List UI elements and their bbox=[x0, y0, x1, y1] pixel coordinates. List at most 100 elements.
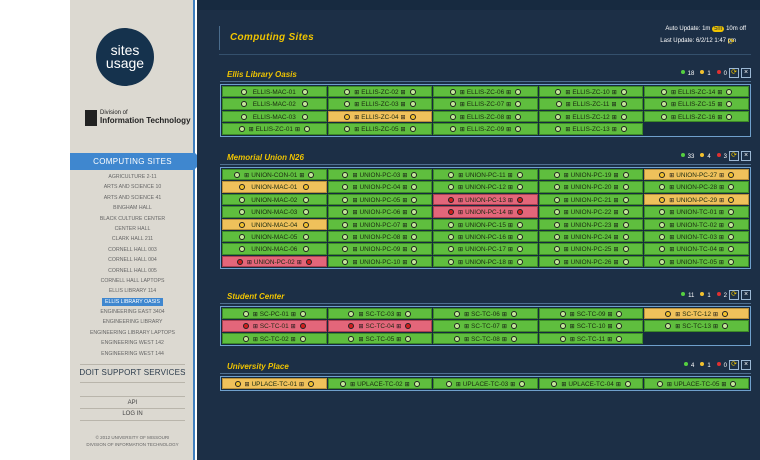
machine-tile[interactable]: ⊞ ELLIS-ZC-08 ⊞ bbox=[433, 110, 538, 123]
section-refresh-icon[interactable]: ⟳ bbox=[729, 360, 739, 370]
machine-tile[interactable]: ⊞ UNION-PC-26 ⊞ bbox=[538, 255, 644, 268]
machine-tile[interactable]: ELLIS-MAC-03 bbox=[222, 110, 327, 123]
machine-tile[interactable]: UNION-MAC-01 bbox=[222, 181, 327, 193]
sidebar-item[interactable]: BLACK CULTURE CENTER bbox=[70, 214, 195, 224]
machine-tile[interactable]: ⊞ UNION-PC-24 ⊞ bbox=[538, 230, 644, 243]
machine-tile[interactable]: ⊞ ELLIS-ZC-04 ⊞ bbox=[327, 110, 433, 123]
sites-usage-logo[interactable]: sites usage bbox=[96, 28, 154, 86]
machine-tile[interactable]: ⊞ ELLIS-ZC-01 ⊞ bbox=[222, 123, 327, 135]
machine-tile[interactable]: ⊞ ELLIS-ZC-13 ⊞ bbox=[538, 123, 644, 135]
machine-tile[interactable]: ⊞ UNION-TC-04 ⊞ bbox=[644, 243, 749, 255]
machine-tile[interactable]: ⊞ UNION-TC-02 ⊞ bbox=[644, 218, 749, 230]
sidebar-item[interactable]: ENGINEERING EAST 3404 bbox=[70, 307, 195, 317]
machine-tile[interactable]: UNION-MAC-03 bbox=[222, 206, 327, 218]
machine-tile[interactable]: ⊞ UPLACE-TC-05 ⊞ bbox=[644, 378, 749, 390]
machine-tile[interactable]: ⊞ UNION-PC-18 ⊞ bbox=[433, 255, 538, 268]
sidebar-item[interactable]: ENGINEERING WEST 142 bbox=[70, 338, 195, 348]
machine-tile[interactable]: ⊞ SC-TC-08 ⊞ bbox=[433, 332, 538, 345]
sidebar-item[interactable]: AGRICULTURE 2-11 bbox=[70, 172, 195, 182]
machine-tile[interactable]: ELLIS-MAC-01 bbox=[222, 86, 327, 98]
sidebar-item[interactable]: CORNELL HALL 003 bbox=[70, 245, 195, 255]
machine-tile[interactable]: ELLIS-MAC-02 bbox=[222, 98, 327, 110]
section-close-icon[interactable]: × bbox=[741, 151, 751, 161]
doit-support-link[interactable]: DOIT SUPPORT SERVICES bbox=[70, 368, 195, 377]
machine-tile[interactable]: ⊞ UNION-PC-17 ⊞ bbox=[433, 243, 538, 255]
machine-tile[interactable]: ⊞ ELLIS-ZC-07 ⊞ bbox=[433, 98, 538, 110]
machine-tile[interactable]: ⊞ ELLIS-ZC-16 ⊞ bbox=[644, 110, 749, 123]
machine-tile[interactable]: ⊞ UNION-PC-29 ⊞ bbox=[644, 193, 749, 206]
machine-tile[interactable]: ⊞ ELLIS-ZC-06 ⊞ bbox=[433, 86, 538, 98]
machine-tile[interactable]: ⊞ UNION-PC-06 ⊞ bbox=[327, 206, 433, 218]
machine-tile[interactable]: ⊞ UNION-PC-10 ⊞ bbox=[327, 255, 433, 268]
section-close-icon[interactable]: × bbox=[741, 68, 751, 78]
machine-tile[interactable]: ⊞ UNION-PC-28 ⊞ bbox=[644, 181, 749, 193]
machine-tile[interactable]: ⊞ SC-TC-11 ⊞ bbox=[538, 332, 644, 345]
section-close-icon[interactable]: × bbox=[741, 360, 751, 370]
auto-update-option[interactable]: off bbox=[739, 26, 746, 32]
machine-tile[interactable]: ⊞ SC-TC-02 ⊞ bbox=[222, 332, 327, 345]
machine-tile[interactable]: ⊞ UNION-PC-16 ⊞ bbox=[433, 230, 538, 243]
sidebar-item[interactable]: CORNELL HALL LAPTOPS bbox=[70, 276, 195, 286]
auto-update-option[interactable]: 10m bbox=[726, 26, 738, 32]
login-link[interactable]: LOG IN bbox=[70, 411, 195, 417]
nav-heading-computing-sites[interactable]: COMPUTING SITES bbox=[70, 153, 195, 170]
machine-tile[interactable]: ⊞ UNION-PC-22 ⊞ bbox=[538, 206, 644, 218]
sidebar-item[interactable]: CENTER HALL bbox=[70, 224, 195, 234]
sidebar-item[interactable]: ARTS AND SCIENCE 10 bbox=[70, 182, 195, 192]
machine-tile[interactable]: ⊞ UNION-PC-04 ⊞ bbox=[327, 181, 433, 193]
machine-tile[interactable]: ⊞ SC-TC-04 ⊞ bbox=[327, 320, 433, 332]
machine-tile[interactable]: ⊞ UNION-PC-27 ⊞ bbox=[644, 169, 749, 181]
machine-tile[interactable]: ⊞ UNION-PC-13 ⊞ bbox=[433, 193, 538, 206]
machine-tile[interactable]: ⊞ ELLIS-ZC-09 ⊞ bbox=[433, 123, 538, 135]
machine-tile[interactable]: ⊞ SC-TC-06 ⊞ bbox=[433, 308, 538, 320]
machine-tile[interactable]: ⊞ UNION-PC-14 ⊞ bbox=[433, 206, 538, 218]
machine-tile[interactable]: ⊞ UNION-PC-20 ⊞ bbox=[538, 181, 644, 193]
sidebar-item[interactable]: BINGHAM HALL bbox=[70, 203, 195, 213]
machine-tile[interactable]: UNION-MAC-04 bbox=[222, 218, 327, 230]
api-link[interactable]: API bbox=[70, 400, 195, 406]
machine-tile[interactable]: ⊞ UPLACE-TC-02 ⊞ bbox=[327, 378, 433, 390]
machine-tile[interactable]: ⊞ ELLIS-ZC-02 ⊞ bbox=[327, 86, 433, 98]
machine-tile[interactable]: ⊞ SC-TC-09 ⊞ bbox=[538, 308, 644, 320]
machine-tile[interactable]: ⊞ SC-TC-05 ⊞ bbox=[327, 332, 433, 345]
sidebar-item[interactable]: ENGINEERING LIBRARY bbox=[70, 317, 195, 327]
machine-tile[interactable]: ⊞ UNION-PC-23 ⊞ bbox=[538, 218, 644, 230]
sidebar-item[interactable]: ARTS AND SCIENCE 41 bbox=[70, 193, 195, 203]
sidebar-item[interactable]: ENGINEERING LIBRARY LAPTOPS bbox=[70, 328, 195, 338]
sidebar-item[interactable]: CORNELL HALL 005 bbox=[70, 266, 195, 276]
machine-tile[interactable]: ⊞ UNION-TC-05 ⊞ bbox=[644, 255, 749, 268]
machine-tile[interactable]: ⊞ ELLIS-ZC-10 ⊞ bbox=[538, 86, 644, 98]
machine-tile[interactable]: ⊞ UNION-PC-21 ⊞ bbox=[538, 193, 644, 206]
section-close-icon[interactable]: × bbox=[741, 290, 751, 300]
machine-tile[interactable]: ⊞ SC-TC-12 ⊞ bbox=[644, 308, 749, 320]
sidebar-item[interactable]: ELLIS LIBRARY 114 bbox=[70, 286, 195, 296]
machine-tile[interactable]: ⊞ SC-PC-01 ⊞ bbox=[222, 308, 327, 320]
machine-tile[interactable]: ⊞ UNION-CON-01 ⊞ bbox=[222, 169, 327, 181]
machine-tile[interactable]: UNION-MAC-02 bbox=[222, 193, 327, 206]
machine-tile[interactable]: ⊞ SC-TC-01 ⊞ bbox=[222, 320, 327, 332]
sidebar-item[interactable]: ELLIS LIBRARY OASIS bbox=[70, 297, 195, 307]
machine-tile[interactable]: ⊞ ELLIS-ZC-05 ⊞ bbox=[327, 123, 433, 135]
auto-update-option[interactable]: 1m bbox=[702, 26, 710, 32]
machine-tile[interactable]: ⊞ UPLACE-TC-04 ⊞ bbox=[538, 378, 644, 390]
machine-tile[interactable]: ⊞ UNION-PC-11 ⊞ bbox=[433, 169, 538, 181]
machine-tile[interactable]: ⊞ UNION-PC-08 ⊞ bbox=[327, 230, 433, 243]
machine-tile[interactable]: ⊞ UNION-PC-09 ⊞ bbox=[327, 243, 433, 255]
machine-tile[interactable]: ⊞ SC-TC-10 ⊞ bbox=[538, 320, 644, 332]
refresh-icon[interactable]: ⟳ bbox=[728, 37, 735, 46]
machine-tile[interactable]: ⊞ UNION-PC-07 ⊞ bbox=[327, 218, 433, 230]
machine-tile[interactable]: ⊞ UNION-PC-19 ⊞ bbox=[538, 169, 644, 181]
machine-tile[interactable]: ⊞ UNION-PC-02 ⊞ bbox=[222, 255, 327, 268]
machine-tile[interactable]: ⊞ UPLACE-TC-03 ⊞ bbox=[433, 378, 538, 390]
sidebar-item[interactable]: CLARK HALL 211 bbox=[70, 234, 195, 244]
section-refresh-icon[interactable]: ⟳ bbox=[729, 68, 739, 78]
machine-tile[interactable]: ⊞ UPLACE-TC-01 ⊞ bbox=[222, 378, 327, 390]
sidebar-item[interactable]: CORNELL HALL 004 bbox=[70, 255, 195, 265]
machine-tile[interactable]: ⊞ ELLIS-ZC-15 ⊞ bbox=[644, 98, 749, 110]
machine-tile[interactable]: ⊞ UNION-PC-12 ⊞ bbox=[433, 181, 538, 193]
machine-tile[interactable]: ⊞ SC-TC-13 ⊞ bbox=[644, 320, 749, 332]
machine-tile[interactable]: ⊞ UNION-PC-03 ⊞ bbox=[327, 169, 433, 181]
machine-tile[interactable]: ⊞ UNION-TC-01 ⊞ bbox=[644, 206, 749, 218]
machine-tile[interactable]: ⊞ UNION-PC-15 ⊞ bbox=[433, 218, 538, 230]
sidebar-item[interactable]: ENGINEERING WEST 144 bbox=[70, 349, 195, 359]
